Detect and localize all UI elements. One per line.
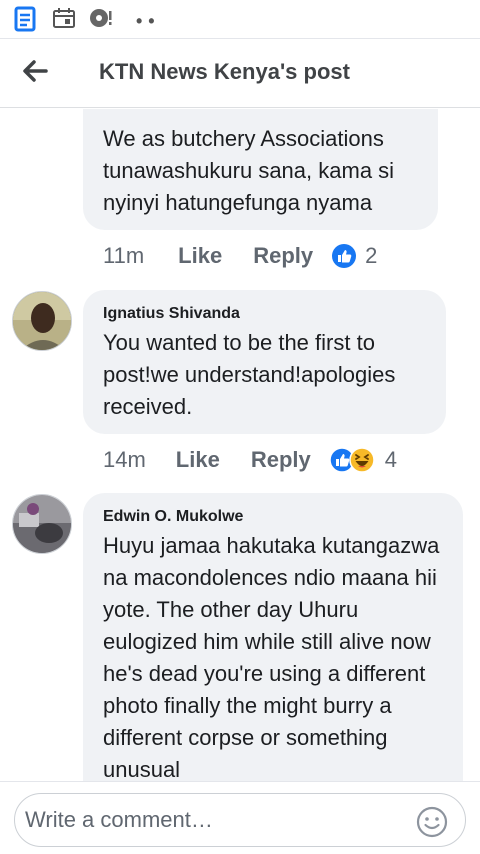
post-header: KTN News Kenya's post [0, 38, 480, 108]
like-icon [332, 244, 357, 268]
comment-time: 11m [103, 243, 145, 268]
like-button[interactable]: Like [176, 447, 220, 473]
data-saver-icon [90, 9, 112, 27]
reaction-count: 4 [384, 447, 397, 472]
comment-time: 14m [103, 447, 146, 472]
comment-bubble[interactable]: Edwin O. Mukolwe Huyu jamaa hakutaka kut… [83, 493, 463, 781]
comment-text: Huyu jamaa hakutaka kutangazwa na macond… [103, 533, 440, 781]
comment-bubble[interactable]: We as butchery Associations tunawashukur… [83, 109, 438, 230]
back-arrow-icon[interactable] [16, 55, 56, 87]
comment-actions: 11m Like Reply 2 [103, 241, 377, 271]
comment-author[interactable]: Ignatius Shivanda [103, 304, 240, 324]
comment-composer[interactable] [14, 793, 466, 847]
emoji-icon[interactable] [415, 805, 449, 839]
reply-button[interactable]: Reply [253, 243, 313, 269]
notes-icon [14, 6, 36, 32]
status-bar: •• [0, 0, 480, 38]
reaction-count: 2 [365, 243, 378, 268]
comment-text: You wanted to be the first to post!we un… [103, 330, 396, 419]
profile-photo [13, 495, 71, 553]
avatar[interactable] [12, 291, 72, 351]
more-notifications-icon: •• [136, 11, 161, 31]
comment-input[interactable] [25, 803, 405, 837]
avatar[interactable] [12, 494, 72, 554]
comment-composer-bar [0, 781, 480, 854]
calendar-icon [53, 8, 75, 28]
comment-actions: 14m Like Reply 4 [103, 445, 397, 475]
page-title: KTN News Kenya's post [99, 59, 350, 84]
comment-bubble[interactable]: Ignatius Shivanda You wanted to be the f… [83, 290, 446, 434]
profile-photo [13, 292, 71, 350]
like-button[interactable]: Like [178, 243, 222, 269]
reply-button[interactable]: Reply [251, 447, 311, 473]
laugh-icon [349, 447, 375, 473]
comment-author[interactable]: Edwin O. Mukolwe [103, 507, 243, 527]
comment-text: We as butchery Associations tunawashukur… [103, 126, 395, 215]
comments-list[interactable]: We as butchery Associations tunawashukur… [0, 109, 480, 781]
